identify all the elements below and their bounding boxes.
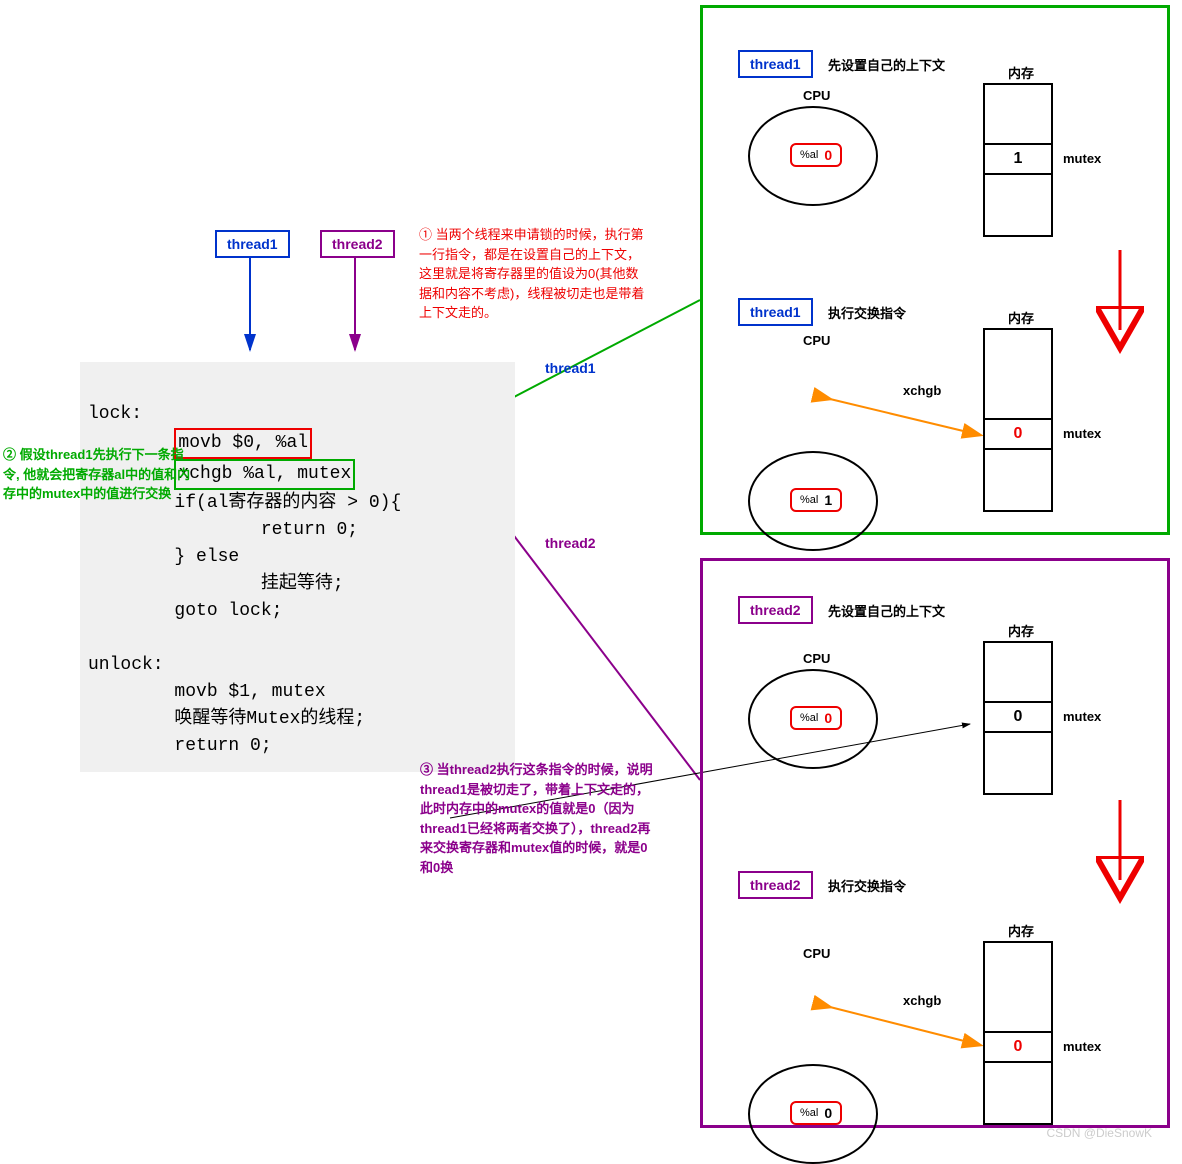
p2-tag1: thread2 <box>738 596 813 624</box>
code-ret0a: return 0; <box>261 520 358 540</box>
p1-step2: 执行交换指令 <box>828 303 906 322</box>
p2-xchgb: xchgb <box>903 993 941 1008</box>
p1-mem2-val: 0 <box>985 420 1051 450</box>
p1-mem2: 0 <box>983 328 1053 512</box>
p1-al1: %al0 <box>790 143 842 167</box>
p1-xchgb: xchgb <box>903 383 941 398</box>
line-label-thread2: thread2 <box>545 535 596 551</box>
p2-mem1-label: 内存 <box>1008 621 1034 640</box>
p2-step2: 执行交换指令 <box>828 876 906 895</box>
code-goto: goto lock; <box>174 601 282 621</box>
p1-mem1-val: 1 <box>985 145 1051 175</box>
p1-cpu2: %al1 <box>748 451 878 551</box>
p1-cpu2-label: CPU <box>803 333 830 348</box>
pseudocode: lock: movb $0, %al xchgb %al, mutex if(a… <box>80 362 515 772</box>
mem-cell-empty <box>985 643 1051 703</box>
mem-cell-empty <box>985 733 1051 793</box>
mem-cell-empty <box>985 330 1051 420</box>
code-lock: lock: <box>88 401 507 428</box>
code-wait: 挂起等待; <box>261 574 344 594</box>
p1-mem1: 1 <box>983 83 1053 237</box>
p1-mem1-label: 内存 <box>1008 63 1034 82</box>
p2-cpu2-label: CPU <box>803 946 830 961</box>
p2-al1: %al0 <box>790 706 842 730</box>
thread1-label: thread1 <box>215 230 290 258</box>
p2-cpu1-label: CPU <box>803 651 830 666</box>
p2-tag2: thread2 <box>738 871 813 899</box>
p1-tag2: thread1 <box>738 298 813 326</box>
p1-cpu1: %al0 <box>748 106 878 206</box>
code-if: if(al寄存器的内容 > 0){ <box>174 493 401 513</box>
watermark: CSDN @DieSnowK <box>1046 1126 1152 1140</box>
p1-step1: 先设置自己的上下文 <box>828 55 945 74</box>
mem-cell-empty <box>985 450 1051 510</box>
thread2-label: thread2 <box>320 230 395 258</box>
code-movb1: movb $1, mutex <box>174 682 325 702</box>
p2-mutex1: mutex <box>1063 709 1101 724</box>
code-ret0b: return 0; <box>174 736 271 756</box>
p1-mem2-label: 内存 <box>1008 308 1034 327</box>
p2-al2: %al0 <box>790 1101 842 1125</box>
mem-cell-empty <box>985 1063 1051 1123</box>
code-else: } else <box>174 547 239 567</box>
p2-mem2: 0 <box>983 941 1053 1125</box>
p2-step1: 先设置自己的上下文 <box>828 601 945 620</box>
p2-cpu2: %al0 <box>748 1064 878 1164</box>
p2-mem1-val: 0 <box>985 703 1051 733</box>
code-movb0: movb $0, %al <box>174 428 312 459</box>
mem-cell-empty <box>985 175 1051 235</box>
p2-mem2-val: 0 <box>985 1033 1051 1063</box>
p2-mem1: 0 <box>983 641 1053 795</box>
p1-tag1: thread1 <box>738 50 813 78</box>
mem-cell-empty <box>985 85 1051 145</box>
line-label-thread1: thread1 <box>545 360 596 376</box>
panel-thread2: thread2 先设置自己的上下文 CPU %al0 内存 0 mutex th… <box>700 558 1170 1128</box>
p1-cpu1-label: CPU <box>803 88 830 103</box>
p2-mem2-label: 内存 <box>1008 921 1034 940</box>
p1-mutex2: mutex <box>1063 426 1101 441</box>
p1-al2: %al1 <box>790 488 842 512</box>
code-wake: 唤醒等待Mutex的线程; <box>174 709 365 729</box>
p2-mutex2: mutex <box>1063 1039 1101 1054</box>
p2-cpu1: %al0 <box>748 669 878 769</box>
p1-mutex1: mutex <box>1063 151 1101 166</box>
code-xchgb: xchgb %al, mutex <box>174 459 355 490</box>
note-1: ① 当两个线程来申请锁的时候，执行第一行指令，都是在设置自己的上下文，这里就是将… <box>419 225 649 323</box>
note-2: ② 假设thread1先执行下一条指令, 他就会把寄存器al中的值和内存中的mu… <box>3 445 193 504</box>
mem-cell-empty <box>985 943 1051 1033</box>
code-unlock: unlock: <box>88 652 507 679</box>
panel-thread1: thread1 先设置自己的上下文 CPU %al0 内存 1 mutex th… <box>700 5 1170 535</box>
note-3: ③ 当thread2执行这条指令的时候，说明thread1是被切走了，带着上下文… <box>420 760 655 877</box>
